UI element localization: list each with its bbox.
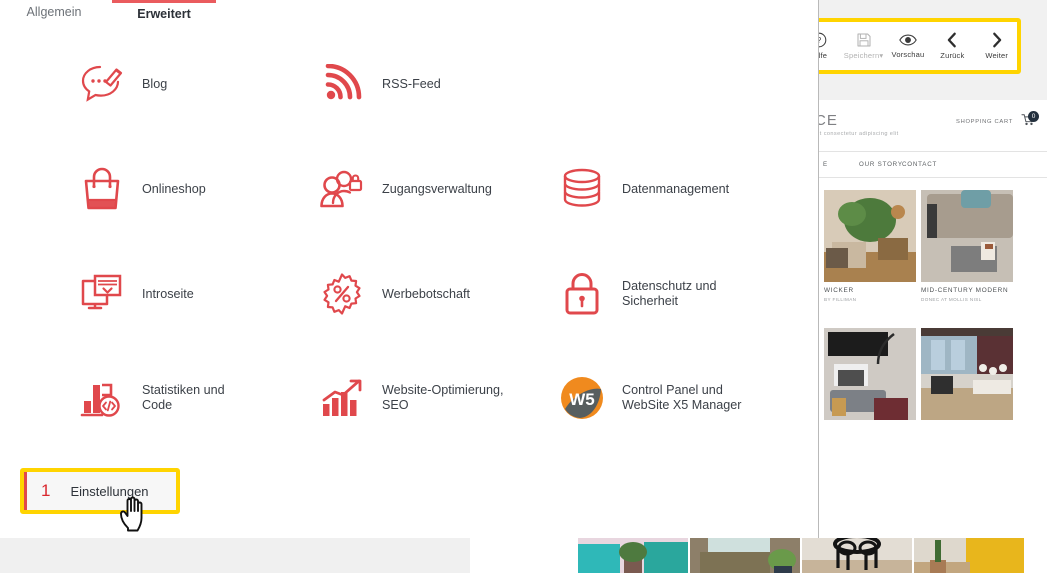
bar-chart-code-icon [76, 372, 128, 424]
product-title: WICKER [824, 287, 854, 294]
preview-nav-item-our-story[interactable]: OUR STORY [859, 161, 903, 168]
cart-count-badge: 0 [1028, 111, 1039, 122]
grid-item-rss-feed[interactable]: RSS-Feed [316, 58, 441, 110]
grid-item-control-panel-x5-manager[interactable]: W5 Control Panel und WebSite X5 Manager [556, 372, 741, 424]
toolbar-label: Vorschau [891, 50, 925, 59]
rss-feed-icon [316, 58, 368, 110]
percent-badge-icon [316, 268, 368, 320]
grid-item-zugangsverwaltung[interactable]: Zugangsverwaltung [316, 163, 492, 215]
toolbar-label: Speichern▾ [843, 51, 884, 60]
grid-item-label: Zugangsverwaltung [382, 181, 492, 196]
grid-item-label: Datenschutz und Sicherheit [622, 279, 717, 308]
preview-tagline: elit consectetur adipiscing elit [819, 131, 899, 137]
toolbar-label: Hilfe [819, 51, 828, 60]
chevron-right-icon [990, 32, 1004, 48]
preview-product-card[interactable] [824, 328, 916, 425]
grid-item-blog[interactable]: Blog [76, 58, 167, 110]
question-circle-icon: ? [819, 32, 827, 48]
tab-erweitert[interactable]: Erweitert [112, 0, 216, 24]
feature-icon-grid: Blog RSS-Feed Onlineshop Zugangsverwaltu… [0, 38, 818, 458]
app-window: Allgemein Erweitert Blog RSS-Feed Online… [0, 0, 1047, 573]
hand-pointer-cursor [118, 494, 150, 534]
users-lock-icon [316, 163, 368, 215]
preview-pane: ? Hilfe Speichern▾ [819, 0, 1047, 538]
product-subtitle: BY FILLIMAN [824, 297, 857, 302]
grid-item-introseite[interactable]: Introseite [76, 268, 194, 320]
padlock-icon [556, 268, 608, 320]
top-toolbar: ? Hilfe Speichern▾ [819, 20, 1019, 72]
w5-logo-icon: W5 [556, 372, 608, 424]
toolbar-speichern-button[interactable]: Speichern▾ [842, 32, 886, 60]
toolbar-weiter-button[interactable]: Weiter [975, 32, 1019, 60]
monitor-popup-icon [76, 268, 128, 320]
grid-item-label: Control Panel und WebSite X5 Manager [622, 383, 742, 412]
floppy-disk-icon [856, 32, 872, 48]
grid-item-label: Datenmanagement [622, 181, 730, 196]
grid-item-label: Statistiken und Code [142, 383, 225, 412]
toolbar-label: Zurück [940, 51, 965, 60]
toolbar-hilfe-button[interactable]: ? Hilfe [819, 32, 841, 60]
grid-item-datenmanagement[interactable]: Datenmanagement [556, 163, 729, 215]
einstellungen-highlight-group: 1 Einstellungen [20, 468, 180, 514]
grid-item-website-optimierung-seo[interactable]: Website-Optimierung, SEO [316, 372, 504, 424]
preview-site-nav: E OUR STORY CONTACT [819, 152, 1047, 178]
grid-item-label: Blog [142, 76, 168, 91]
grid-item-statistiken-code[interactable]: Statistiken und Code [76, 372, 225, 424]
product-thumbnail [921, 328, 1013, 420]
eye-icon [899, 33, 917, 47]
preview-product-card[interactable]: MID-CENTURY MODERN DONEC AT MOLLIS NISL [921, 190, 1013, 302]
bottom-thumbnail [690, 538, 800, 573]
preview-product-card[interactable]: WICKER BY FILLIMAN [824, 190, 916, 302]
preview-product-card[interactable] [921, 328, 1013, 425]
chevron-left-icon [945, 32, 959, 48]
grid-item-werbebotschaft[interactable]: Werbebotschaft [316, 268, 470, 320]
settings-main-panel: Allgemein Erweitert Blog RSS-Feed Online… [0, 0, 818, 538]
toolbar-label: Weiter [985, 51, 1009, 60]
bottom-thumbnail [578, 538, 688, 573]
grid-item-label: Werbebotschaft [382, 286, 470, 301]
svg-text:?: ? [819, 36, 822, 45]
growth-arrow-chart-icon [316, 372, 368, 424]
product-thumbnail [824, 190, 916, 282]
product-title: MID-CENTURY MODERN [921, 287, 1009, 294]
preview-logo: CE [819, 112, 838, 129]
grid-item-onlineshop[interactable]: Onlineshop [76, 163, 206, 215]
grid-item-label: Introseite [142, 286, 194, 301]
product-thumbnail [824, 328, 916, 420]
preview-site-header: CE elit consectetur adipiscing elit SHOP… [819, 100, 1047, 152]
tab-bar: Allgemein Erweitert [0, 0, 818, 24]
grid-item-label: Onlineshop [142, 181, 206, 196]
tab-allgemein[interactable]: Allgemein [8, 0, 100, 24]
database-stack-icon [556, 163, 608, 215]
svg-text:W5: W5 [569, 390, 595, 409]
toolbar-zurueck-button[interactable]: Zurück [930, 32, 974, 60]
blog-speech-pencil-icon [76, 58, 128, 110]
preview-cart-label: SHOPPING CART [956, 119, 1013, 125]
bottom-thumbnail [914, 538, 1024, 573]
dropdown-caret-icon: ▾ [879, 51, 884, 60]
grid-item-datenschutz-sicherheit[interactable]: Datenschutz und Sicherheit [556, 268, 717, 320]
grid-item-label: Website-Optimierung, SEO [382, 383, 504, 412]
toolbar-vorschau-button[interactable]: Vorschau [886, 33, 930, 59]
shopping-bag-icon [76, 163, 128, 215]
preview-nav-item-contact[interactable]: CONTACT [902, 161, 937, 168]
product-thumbnail [921, 190, 1013, 282]
step-number-badge: 1 [41, 481, 51, 500]
preview-nav-item[interactable]: E [823, 161, 828, 168]
product-subtitle: DONEC AT MOLLIS NISL [921, 297, 982, 302]
grid-item-label: RSS-Feed [382, 76, 441, 91]
bottom-thumbnail [802, 538, 912, 573]
einstellungen-button[interactable]: 1 Einstellungen [24, 472, 176, 510]
